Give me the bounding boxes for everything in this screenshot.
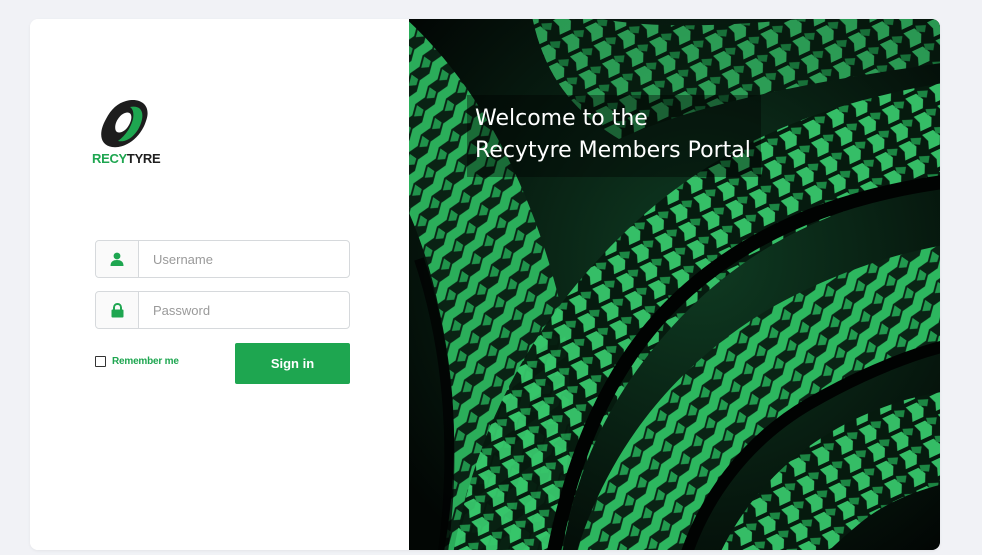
username-addon bbox=[96, 241, 139, 277]
logo-text-recy: RECY bbox=[92, 151, 127, 166]
welcome-heading: Welcome to the Recytyre Members Portal bbox=[467, 95, 761, 177]
password-input[interactable] bbox=[139, 292, 349, 328]
password-addon bbox=[96, 292, 139, 328]
user-icon bbox=[110, 252, 124, 266]
remember-me-checkbox[interactable] bbox=[95, 356, 106, 367]
remember-me-label[interactable]: Remember me bbox=[112, 356, 179, 367]
tyre-logo-icon bbox=[101, 99, 148, 148]
welcome-heading-line1: Welcome to the bbox=[475, 106, 648, 131]
username-field bbox=[95, 240, 350, 278]
lock-icon bbox=[111, 302, 123, 317]
welcome-heading-line2: Recytyre Members Portal bbox=[475, 138, 751, 163]
logo-text-tyre: TYRE bbox=[126, 151, 161, 166]
login-card: RECYTYRE Remember me bbox=[30, 19, 940, 550]
sign-in-button[interactable]: Sign in bbox=[235, 343, 350, 384]
logo-wordmark: RECYTYRE bbox=[92, 151, 161, 166]
recytyre-logo: RECYTYRE bbox=[92, 99, 182, 169]
username-input[interactable] bbox=[139, 241, 349, 277]
password-field bbox=[95, 291, 350, 329]
login-pane: RECYTYRE Remember me bbox=[30, 19, 409, 550]
remember-me[interactable]: Remember me bbox=[95, 356, 179, 367]
hero-panel: Welcome to the Recytyre Members Portal bbox=[409, 19, 940, 550]
